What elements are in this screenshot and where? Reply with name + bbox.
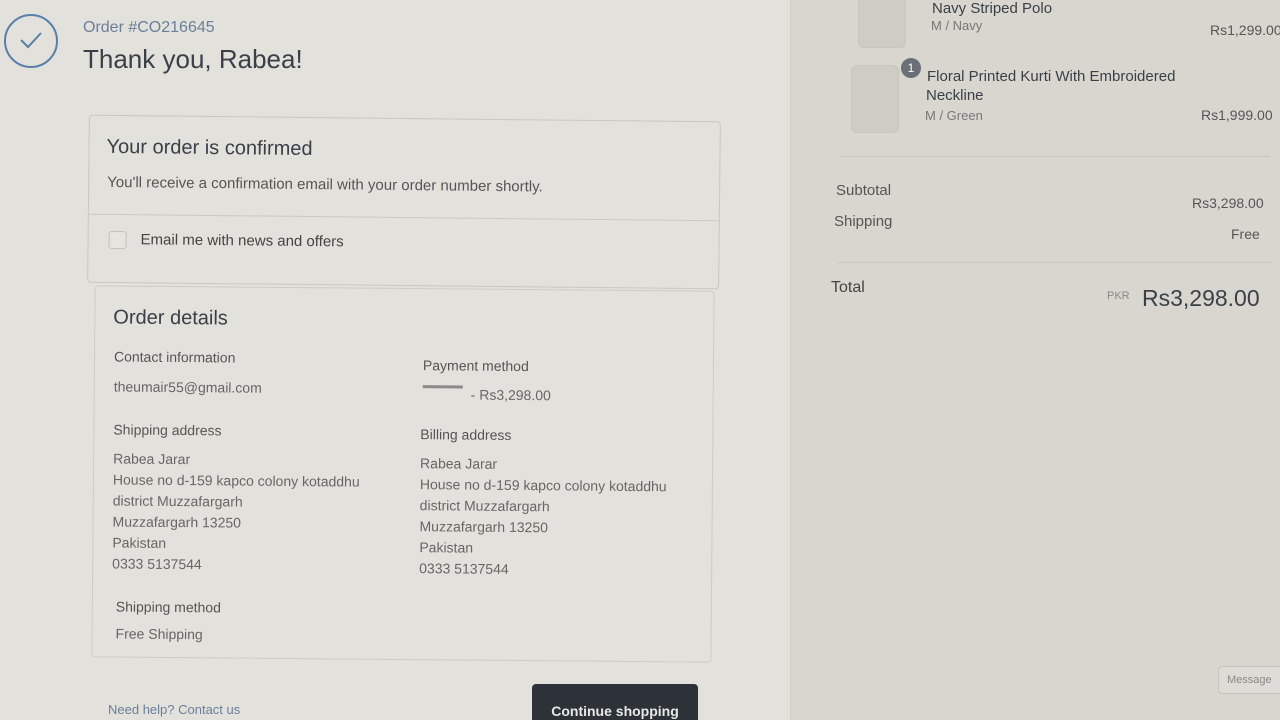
confirmation-title: Your order is confirmed [106, 135, 313, 161]
thank-you-heading: Thank you, Rabea! [83, 44, 303, 74]
address-line: 0333 5137544 [112, 555, 202, 573]
help-link[interactable]: Need help? Contact us [108, 702, 240, 717]
order-details-title: Order details [113, 306, 228, 330]
contact-label: Contact information [113, 348, 236, 366]
address-line: Muzzafargarh 13250 [419, 518, 549, 536]
shipping-method: Free Shipping [115, 625, 203, 643]
payment-label: Payment method [422, 357, 529, 375]
address-line: district Muzzafargarh [419, 497, 550, 515]
continue-shopping-button[interactable]: Continue shopping [532, 684, 698, 720]
billing-address-label: Billing address [420, 426, 512, 443]
item-price: Rs1,299.00 [1210, 22, 1280, 38]
address-line: Muzzafargarh 13250 [112, 513, 242, 531]
shipping-address: Rabea Jarar House no d-159 kapco colony … [112, 448, 360, 576]
shipping-method-label: Shipping method [115, 598, 221, 616]
shipping-label: Shipping [834, 213, 893, 230]
product-thumbnail [851, 65, 899, 133]
address-line: Rabea Jarar [113, 450, 191, 468]
item-name-continued: Neckline [926, 87, 984, 104]
order-details-box: Order details Contact information theuma… [91, 285, 715, 663]
divider [840, 156, 1270, 157]
address-line: district Muzzafargarh [112, 492, 243, 510]
confirmation-message: You'll receive a confirmation email with… [107, 173, 543, 196]
currency-code: PKR [1107, 290, 1130, 302]
shipping-address-label: Shipping address [113, 421, 222, 439]
payment-amount: - Rs3,298.00 [470, 386, 551, 404]
subtotal-label: Subtotal [836, 182, 892, 199]
divider [838, 262, 1272, 263]
shipping-value: Free [1231, 226, 1260, 242]
total-label: Total [831, 279, 865, 296]
confirmation-box: Your order is confirmed You'll receive a… [87, 114, 721, 290]
item-variant: M / Navy [931, 18, 983, 33]
item-name: Floral Printed Kurti With Embroidered [927, 68, 1176, 85]
contact-email: theumair55@gmail.com [113, 378, 262, 396]
order-number: Order #CO216645 [83, 19, 215, 36]
divider [88, 213, 719, 222]
chat-button[interactable]: Message [1218, 666, 1280, 694]
main-content: Order #CO216645 Thank you, Rabea! Your o… [0, 0, 790, 720]
newsletter-checkbox[interactable] [108, 230, 127, 250]
address-line: Pakistan [112, 534, 167, 551]
product-thumbnail [858, 0, 906, 48]
item-variant: M / Green [925, 108, 983, 123]
item-name: Navy Striped Polo [932, 0, 1053, 17]
billing-address: Rabea Jarar House no d-159 kapco colony … [419, 453, 667, 581]
newsletter-label[interactable]: Email me with news and offers [141, 231, 344, 250]
subtotal-value: Rs3,298.00 [1192, 195, 1264, 211]
total-value: Rs3,298.00 [1142, 285, 1260, 311]
address-line: House no d-159 kapco colony kotaddhu [112, 471, 360, 490]
address-line: House no d-159 kapco colony kotaddhu [419, 476, 667, 495]
address-line: 0333 5137544 [419, 560, 509, 577]
address-line: Rabea Jarar [420, 455, 498, 472]
quantity-badge: 1 [901, 58, 921, 78]
checkmark-circle-icon [4, 14, 58, 68]
address-line: Pakistan [419, 539, 474, 556]
item-price: Rs1,999.00 [1201, 107, 1273, 123]
card-icon [422, 385, 463, 389]
